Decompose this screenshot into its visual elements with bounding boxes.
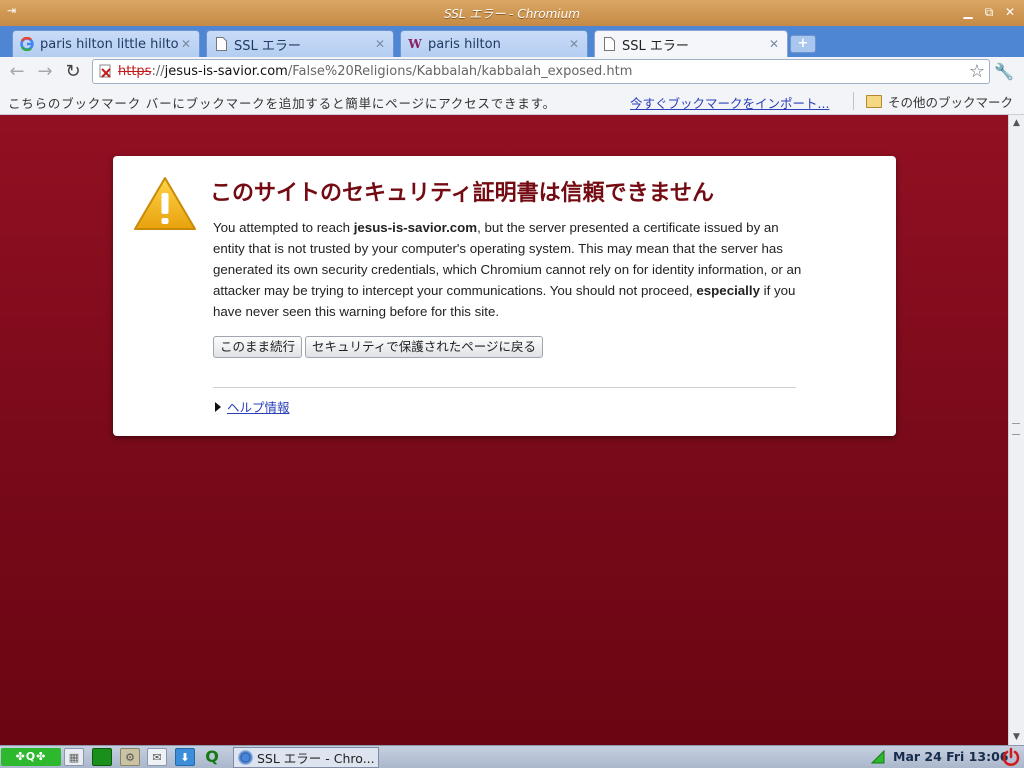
help-disclosure[interactable]: ヘルプ情報 [215, 397, 290, 416]
minimize-icon[interactable]: ▁ [960, 4, 976, 20]
tab-paris-hilton-google[interactable]: paris hilton little hilto… ✕ [12, 30, 200, 57]
tab-paris-hilton-wikipedia[interactable]: W paris hilton ✕ [400, 30, 588, 57]
tab-label: SSL エラー [622, 38, 689, 54]
bookmarks-bar: こちらのブックマーク バーにブックマークを追加すると簡単にページにアクセスできま… [0, 87, 1024, 115]
warning-heading: このサイトのセキュリティ証明書は信頼できません [210, 181, 715, 206]
taskbar-clock[interactable]: Mar 24 Fri 13:06 [893, 749, 1008, 764]
scroll-grip[interactable] [1012, 423, 1020, 435]
wrench-menu-icon[interactable]: 🔧 [994, 62, 1014, 81]
launcher-menu-icon[interactable]: ✤Q✤ [1, 748, 61, 766]
bookmark-star-icon[interactable]: ☆ [969, 61, 985, 82]
other-bookmarks-label: その他のブックマーク [888, 95, 1014, 110]
chromium-icon [238, 750, 253, 765]
help-link[interactable]: ヘルプ情報 [227, 397, 290, 416]
page-icon [601, 36, 617, 52]
window-list-icon[interactable]: ▦ [64, 748, 84, 766]
window-title: SSL エラー - Chromium [444, 7, 580, 21]
tab-label: paris hilton little hilto… [40, 36, 179, 52]
settings-gear-icon[interactable]: ⚙ [120, 748, 140, 766]
bookmarks-separator [853, 92, 854, 110]
new-tab-button[interactable]: + [790, 35, 816, 53]
warning-description: You attempted to reach jesus-is-savior.c… [213, 220, 802, 319]
disclosure-triangle-icon[interactable] [215, 401, 221, 412]
ssl-warning-card: このサイトのセキュリティ証明書は信頼できません You attempted to… [113, 156, 896, 436]
forward-arrow-icon[interactable]: → [34, 62, 56, 82]
back-to-safety-button[interactable]: セキュリティで保護されたページに戻る [305, 336, 544, 358]
bookmarks-bar-message: こちらのブックマーク バーにブックマークを追加すると簡単にページにアクセスできま… [8, 96, 556, 111]
taskbar: ✤Q✤ ▦ ⚙ ✉ ⬇ Q SSL エラー - Chro... Mar 24 F… [0, 745, 1024, 768]
power-icon[interactable] [1001, 747, 1021, 767]
tab-close-icon[interactable]: ✕ [373, 37, 387, 51]
download-arrow-icon[interactable]: ⬇ [175, 748, 195, 766]
tab-label: paris hilton [428, 36, 501, 52]
proceed-anyway-button[interactable]: このまま続行 [213, 336, 303, 358]
page-scrollbar[interactable]: ▲ ▼ [1008, 115, 1024, 745]
scroll-up-icon[interactable]: ▲ [1011, 118, 1022, 128]
window-titlebar[interactable]: ⇥ SSL エラー - Chromium ▁ ⧉ ✕ [0, 0, 1024, 26]
tab-close-icon[interactable]: ✕ [767, 37, 781, 51]
wikipedia-w-icon: W [408, 37, 422, 51]
broken-lock-icon [99, 64, 111, 78]
navigation-toolbar: ← → ↻ https://jesus-is-savior.com/False%… [0, 57, 1024, 87]
url-separator: :// [151, 64, 165, 79]
target-host: jesus-is-savior.com [353, 220, 478, 235]
url-path: /False%20Religions/Kabbalah/kabbalah_exp… [287, 64, 633, 79]
taskbar-window-chromium[interactable]: SSL エラー - Chro... [233, 747, 379, 768]
scroll-down-icon[interactable]: ▼ [1011, 732, 1022, 742]
import-bookmarks-link[interactable]: 今すぐブックマークをインポート... [630, 93, 829, 112]
close-icon[interactable]: ✕ [1002, 4, 1018, 20]
network-signal-icon[interactable] [871, 750, 885, 764]
other-bookmarks-button[interactable]: その他のブックマーク [866, 92, 1013, 111]
maximize-icon[interactable]: ⧉ [981, 4, 997, 20]
url-host: jesus-is-savior.com [164, 64, 288, 79]
files-icon[interactable]: ✉ [147, 748, 167, 766]
page-icon [213, 36, 229, 52]
divider [213, 387, 796, 388]
q-app-icon[interactable]: Q [202, 748, 222, 766]
folder-icon [866, 95, 882, 108]
address-bar[interactable]: https://jesus-is-savior.com/False%20Reli… [92, 59, 990, 84]
url-scheme: https [118, 64, 152, 79]
desktop-icon[interactable] [92, 748, 112, 766]
warning-triangle-icon [134, 177, 196, 230]
tab-close-icon[interactable]: ✕ [567, 37, 581, 51]
tab-ssl-error-1[interactable]: SSL エラー ✕ [206, 30, 394, 57]
back-arrow-icon[interactable]: ← [6, 62, 28, 82]
google-g-icon [19, 36, 35, 52]
tab-ssl-error-active[interactable]: SSL エラー ✕ [594, 30, 788, 57]
tab-close-icon[interactable]: ✕ [179, 37, 193, 51]
reload-icon[interactable]: ↻ [62, 62, 84, 82]
tab-label: SSL エラー [234, 38, 301, 54]
emphasis-text: especially [696, 283, 760, 298]
taskbar-window-label: SSL エラー - Chro... [257, 751, 375, 766]
tab-strip: paris hilton little hilto… ✕ SSL エラー ✕ W… [0, 26, 1024, 57]
url-text: https://jesus-is-savior.com/False%20Reli… [118, 64, 632, 79]
